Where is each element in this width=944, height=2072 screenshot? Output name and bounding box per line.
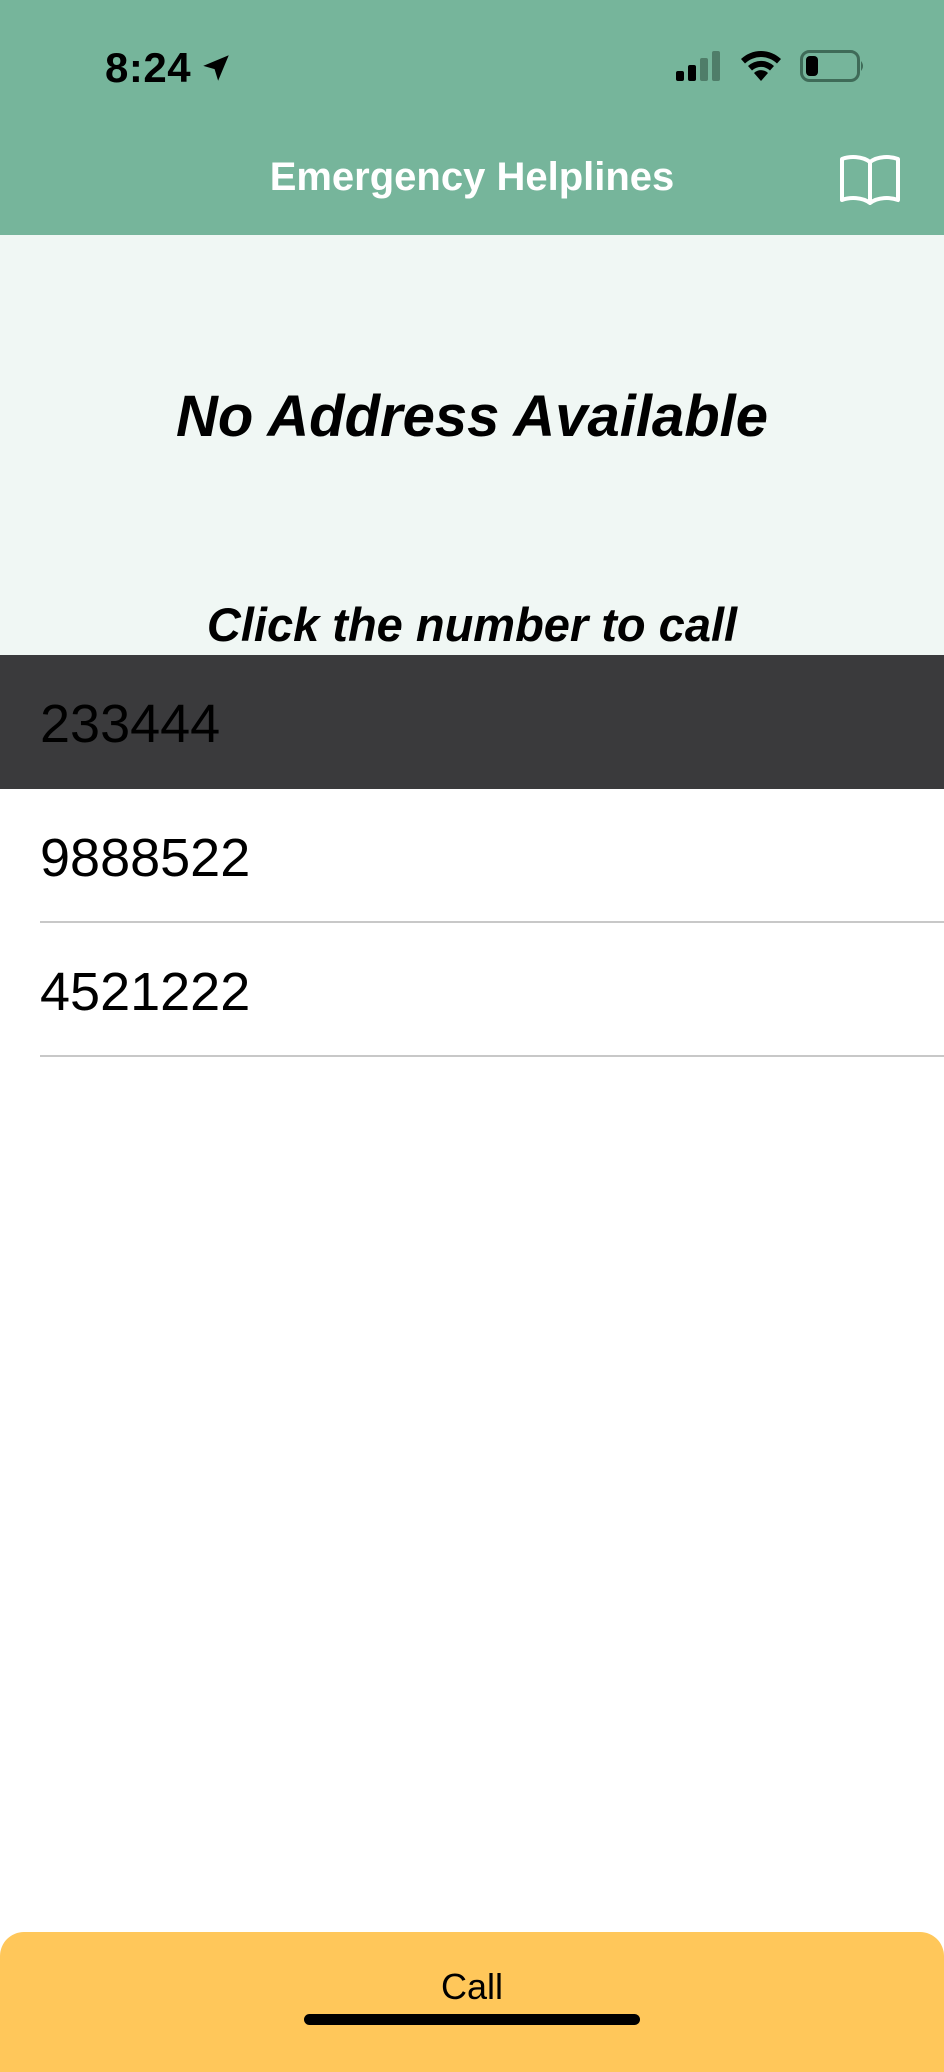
helpline-row[interactable]: 9888522	[0, 789, 944, 923]
location-arrow-icon	[199, 51, 233, 85]
row-divider	[40, 1055, 944, 1057]
helpline-list: 233444 9888522 4521222	[0, 655, 944, 1057]
cellular-signal-icon	[676, 51, 722, 81]
info-panel: No Address Available Click the number to…	[0, 235, 944, 655]
status-bar-time: 8:24	[105, 44, 233, 92]
book-button[interactable]	[838, 152, 902, 208]
home-indicator	[304, 2014, 640, 2025]
instruction-text: Click the number to call	[206, 598, 738, 651]
status-bar-icons	[676, 50, 866, 82]
wifi-icon	[740, 51, 782, 81]
nav-header: 8:24 Emergency Helplines	[0, 0, 944, 235]
helpline-row[interactable]: 4521222	[0, 923, 944, 1057]
battery-low-icon	[800, 50, 866, 82]
book-icon	[838, 152, 902, 208]
helpline-row[interactable]: 233444	[0, 655, 944, 789]
call-button[interactable]: Call	[0, 1932, 944, 2072]
call-button-label: Call	[440, 1966, 503, 2007]
address-text: No Address Available	[175, 384, 768, 449]
status-time-text: 8:24	[105, 44, 192, 91]
helpline-number: 9888522	[40, 828, 251, 888]
helpline-number: 233444	[40, 694, 221, 754]
helpline-number: 4521222	[40, 962, 251, 1022]
page-title: Emergency Helplines	[269, 155, 675, 199]
